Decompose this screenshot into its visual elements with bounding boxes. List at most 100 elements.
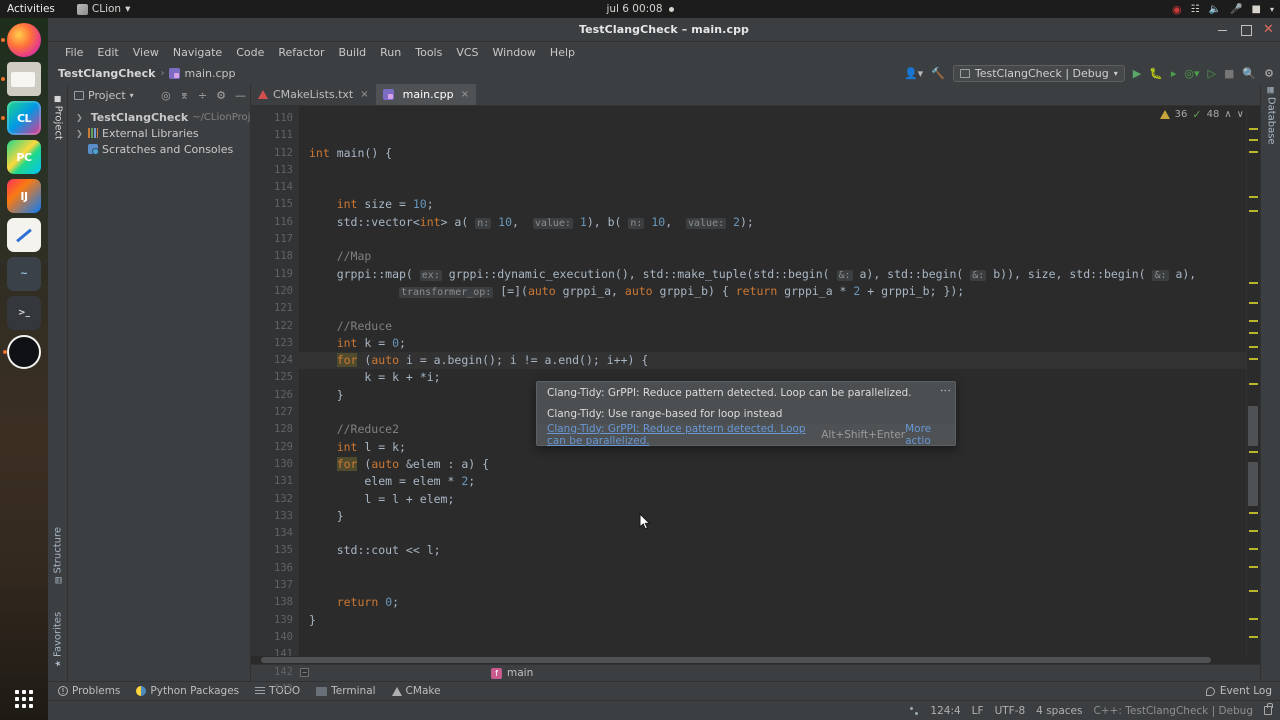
code-line-119[interactable]: grppi::map( ex: grppi::dynamic_execution… xyxy=(299,266,1246,283)
collapse-icon[interactable]: ⌆ xyxy=(180,89,189,102)
menu-tools[interactable]: Tools xyxy=(408,44,449,61)
line-number-131[interactable]: 131 xyxy=(251,473,299,490)
popup-more-actions-link[interactable]: More actio xyxy=(905,423,945,447)
split-icon[interactable]: ÷ xyxy=(198,89,207,102)
line-number-140[interactable]: 140 xyxy=(251,629,299,646)
dock-item-firefox[interactable] xyxy=(7,23,41,57)
code-line-136[interactable] xyxy=(299,560,1246,577)
line-number-130[interactable]: 130− xyxy=(251,456,309,473)
menu-navigate[interactable]: Navigate xyxy=(166,44,229,61)
editor-breadcrumb[interactable]: f main xyxy=(251,664,1260,681)
attach-icon[interactable]: ▷ xyxy=(1208,67,1216,80)
run-icon[interactable]: ▶ xyxy=(1133,67,1141,80)
code-line-132[interactable]: l = l + elem; xyxy=(299,491,1246,508)
line-number-139[interactable]: 139− xyxy=(251,612,309,629)
code-line-134[interactable] xyxy=(299,525,1246,542)
line-number-119[interactable]: 119 xyxy=(251,266,299,283)
intention-popup[interactable]: ⋮ Clang-Tidy: GrPPI: Reduce pattern dete… xyxy=(536,381,956,447)
debug-icon[interactable]: 🐛 xyxy=(1149,67,1163,80)
tab-main-cpp[interactable]: main.cpp × xyxy=(375,84,477,105)
menu-build[interactable]: Build xyxy=(332,44,374,61)
breadcrumb-file[interactable]: main.cpp xyxy=(184,67,235,80)
locate-icon[interactable]: ◎ xyxy=(161,89,171,102)
menu-file[interactable]: File xyxy=(58,44,90,61)
line-number-123[interactable]: 123 xyxy=(251,335,299,352)
code-line-135[interactable]: std::cout << l; xyxy=(299,542,1246,559)
line-number-126[interactable]: 126− xyxy=(251,387,309,404)
code-line-137[interactable] xyxy=(299,577,1246,594)
close-icon[interactable]: × xyxy=(360,89,368,100)
line-number-132[interactable]: 132 xyxy=(251,491,299,508)
line-number-137[interactable]: 137 xyxy=(251,577,299,594)
lock-icon[interactable] xyxy=(1264,703,1273,715)
code-line-114[interactable] xyxy=(299,179,1246,196)
popup-action-row[interactable]: Clang-Tidy: GrPPI: Reduce pattern detect… xyxy=(537,423,955,447)
code-line-139[interactable]: } xyxy=(299,612,1246,629)
line-number-121[interactable]: 121 xyxy=(251,300,299,317)
volume-icon[interactable]: 🔈 xyxy=(1209,4,1221,15)
menu-window[interactable]: Window xyxy=(486,44,543,61)
network-icon[interactable]: ☷ xyxy=(1191,4,1200,15)
system-tray[interactable]: ◉ ☷ 🔈 🎤 ■ ▾ xyxy=(1172,3,1274,16)
dock-item-intellij-idea[interactable]: IJ xyxy=(7,179,41,213)
line-number-124[interactable]: 124− xyxy=(251,352,309,369)
error-stripe-markers[interactable] xyxy=(1246,106,1260,656)
fold-toggle-icon[interactable]: − xyxy=(300,667,309,677)
breadcrumb-project[interactable]: TestClangCheck xyxy=(58,67,155,80)
horizontal-scrollbar[interactable] xyxy=(251,656,1260,664)
settings-icon[interactable]: ⚙ xyxy=(216,89,226,102)
scrollbar-thumb[interactable] xyxy=(261,657,1211,663)
tree-item-external-libraries[interactable]: ❯ External Libraries xyxy=(68,125,250,141)
code-line-123[interactable]: int k = 0; xyxy=(299,335,1246,352)
kebab-menu-icon[interactable]: ⋮ xyxy=(939,385,952,394)
scroll-down-icon[interactable]: ∨ xyxy=(1237,109,1244,120)
line-number-133[interactable]: 133− xyxy=(251,508,309,525)
line-number-128[interactable]: 128 xyxy=(251,421,299,438)
run-with-coverage-icon[interactable]: ▸ xyxy=(1171,67,1177,80)
line-number-135[interactable]: 135 xyxy=(251,542,299,559)
code-line-116[interactable]: std::vector<int> a( n: 10, value: 1), b(… xyxy=(299,214,1246,231)
line-separator[interactable]: LF xyxy=(972,705,984,717)
event-log-button[interactable]: Event Log xyxy=(1205,685,1280,697)
line-number-134[interactable]: 134 xyxy=(251,525,299,542)
run-configuration-selector[interactable]: TestClangCheck | Debug ▾ xyxy=(952,64,1125,82)
code-line-118[interactable]: //Map xyxy=(299,248,1246,265)
sidebar-item-database[interactable]: ▦ Database xyxy=(1265,86,1276,144)
build-configuration[interactable]: C++: TestClangCheck | Debug xyxy=(1093,705,1253,717)
line-number-129[interactable]: 129 xyxy=(251,439,299,456)
tab-cmakelists[interactable]: CMakeLists.txt × xyxy=(251,84,376,105)
line-number-115[interactable]: 115 xyxy=(251,196,299,213)
code-line-113[interactable] xyxy=(299,162,1246,179)
code-line-131[interactable]: elem = elem * 2; xyxy=(299,473,1246,490)
menu-code[interactable]: Code xyxy=(229,44,271,61)
line-number-138[interactable]: 138 xyxy=(251,594,299,611)
tool-window-python-packages[interactable]: Python Packages xyxy=(136,685,239,697)
user-avatar-icon[interactable]: 👤▾ xyxy=(904,67,923,80)
dock-item-text-editor[interactable] xyxy=(7,218,41,252)
line-number-110[interactable]: 110 xyxy=(251,110,299,127)
menu-refactor[interactable]: Refactor xyxy=(271,44,331,61)
line-number-114[interactable]: 114 xyxy=(251,179,299,196)
dock-item-system-monitor[interactable]: ∼ xyxy=(7,257,41,291)
dock-item-pycharm[interactable]: PC xyxy=(7,140,41,174)
chevron-down-icon[interactable]: ▾ xyxy=(1270,5,1274,14)
code-line-120[interactable]: transformer_op: [=](auto grppi_a, auto g… xyxy=(299,283,1246,300)
line-number-136[interactable]: 136 xyxy=(251,560,299,577)
code-line-140[interactable] xyxy=(299,629,1246,646)
popup-item-1[interactable]: Clang-Tidy: Use range-based for loop ins… xyxy=(537,403,955,424)
sidebar-item-project[interactable]: ■ Project xyxy=(52,95,63,140)
dock-item-terminal[interactable]: >_ xyxy=(7,296,41,330)
microphone-icon[interactable]: 🎤 xyxy=(1230,4,1242,15)
settings-gear-icon[interactable]: ⚙ xyxy=(1264,67,1274,80)
line-number-gutter[interactable]: 110111112▶−11311411511611711811912012112… xyxy=(251,106,310,695)
menu-vcs[interactable]: VCS xyxy=(449,44,485,61)
line-number-117[interactable]: 117 xyxy=(251,231,299,248)
line-number-113[interactable]: 113 xyxy=(251,162,299,179)
dock-item-files[interactable] xyxy=(7,62,41,96)
line-number-120[interactable]: 120 xyxy=(251,283,299,300)
scroll-up-icon[interactable]: ∧ xyxy=(1224,109,1231,120)
show-applications-button[interactable] xyxy=(0,690,48,708)
menu-view[interactable]: View xyxy=(126,44,166,61)
tree-item-testclangcheck[interactable]: ❯ TestClangCheck ~/CLionProjects xyxy=(68,109,271,125)
inspection-widget[interactable]: 36 ✓ 48 ∧ ∨ xyxy=(1159,108,1244,121)
